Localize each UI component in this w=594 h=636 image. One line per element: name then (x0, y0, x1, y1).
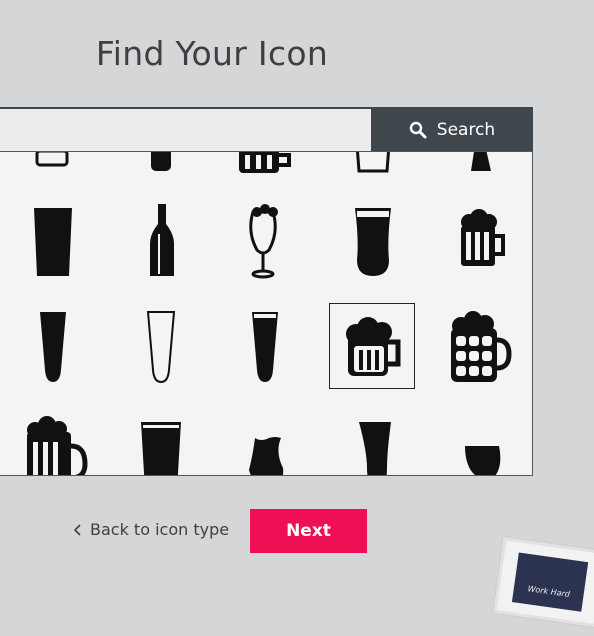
tulip-glass-icon (249, 437, 284, 475)
search-button[interactable]: Search (371, 109, 533, 151)
pilsner-glass-icon (40, 312, 66, 382)
snifter-glass-icon (465, 446, 501, 475)
icon-cell[interactable] (330, 197, 416, 283)
weizen-glass-icon (359, 422, 391, 475)
search-button-label: Search (436, 120, 496, 140)
decorative-picture-frame: Work Hard (493, 537, 594, 629)
beer-tap-icon (471, 152, 491, 171)
icon-cell[interactable] (116, 152, 202, 198)
pilsner-glass-icon (252, 312, 278, 382)
icon-cell[interactable] (330, 152, 416, 198)
icon-cell[interactable] (436, 303, 522, 389)
icon-cell[interactable] (116, 409, 202, 475)
icon-cell[interactable] (222, 303, 308, 389)
beer-mug-icon (27, 416, 88, 475)
search-bar: Search (0, 107, 533, 153)
beer-goblet-icon (249, 204, 278, 279)
stout-glass-icon (355, 208, 391, 276)
icon-cell[interactable] (10, 197, 96, 283)
icon-cell[interactable] (10, 409, 96, 475)
back-to-icon-type-link[interactable]: Back to icon type (74, 520, 229, 539)
pilsner-glass-outline-icon (146, 311, 176, 384)
icon-cell[interactable] (116, 303, 202, 389)
icon-cell[interactable] (436, 197, 522, 283)
icon-grid[interactable] (0, 151, 533, 476)
beer-glass-icon (356, 152, 390, 173)
search-icon (409, 121, 427, 139)
icon-cell[interactable] (222, 197, 308, 283)
icon-cell[interactable] (222, 409, 308, 475)
page-title: Find Your Icon (95, 34, 329, 73)
icon-cell[interactable] (10, 152, 96, 198)
beer-crate-icon (35, 152, 69, 167)
beer-mug-icon (461, 209, 505, 266)
icon-cell-selected[interactable] (329, 303, 415, 389)
icon-cell[interactable] (116, 197, 202, 283)
beer-bottle-icon (151, 152, 171, 171)
icon-cell[interactable] (436, 152, 522, 198)
beer-mug-icon (239, 152, 291, 173)
icon-cell[interactable] (436, 409, 522, 475)
beer-bottle-icon (150, 204, 174, 276)
beer-mug-icon (346, 317, 401, 376)
pint-glass-icon (141, 422, 181, 475)
search-input[interactable] (0, 109, 375, 153)
pint-glass-icon (34, 208, 72, 276)
next-button[interactable]: Next (250, 509, 367, 553)
icon-cell[interactable] (330, 409, 416, 475)
icon-cell[interactable] (222, 152, 308, 198)
frame-caption: Work Hard (511, 552, 589, 612)
icon-cell[interactable] (10, 303, 96, 389)
dimpled-beer-mug-icon (451, 311, 512, 382)
chevron-left-icon (74, 523, 81, 536)
back-link-label: Back to icon type (90, 520, 230, 539)
